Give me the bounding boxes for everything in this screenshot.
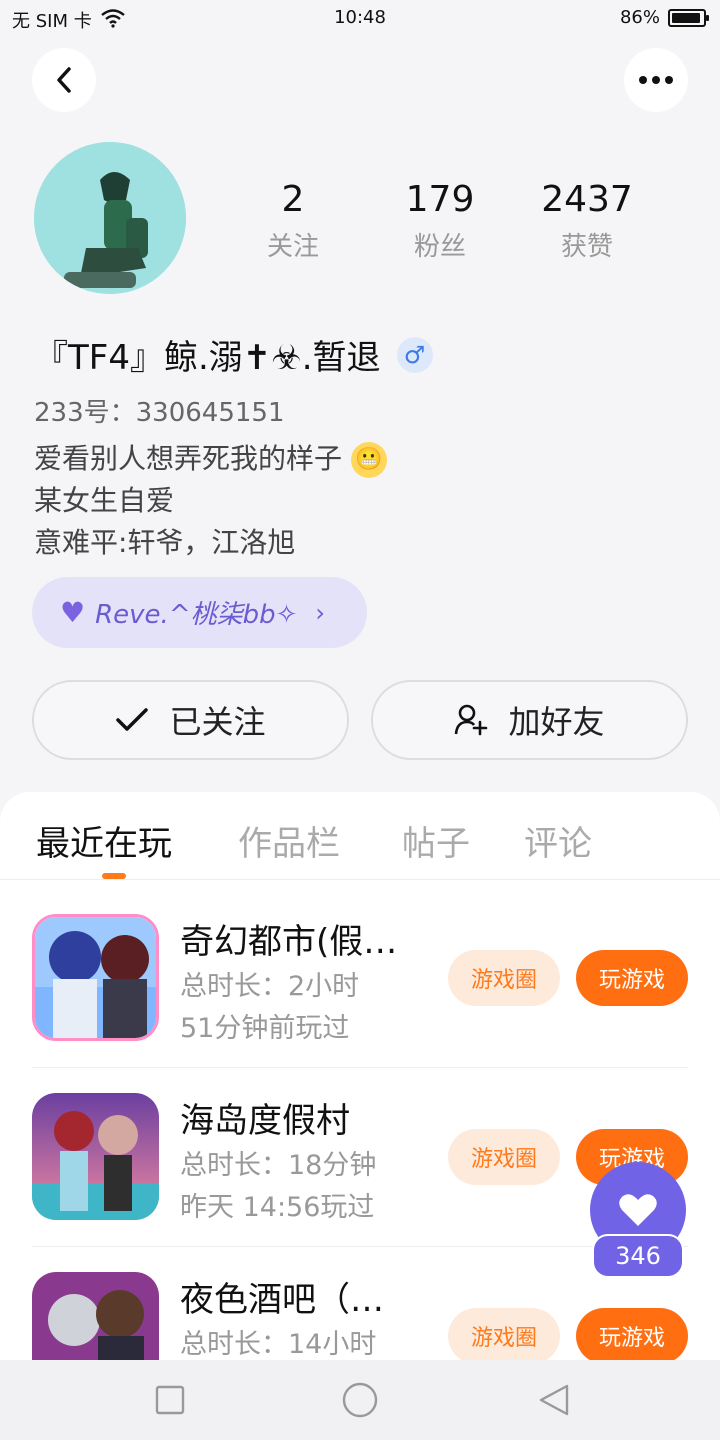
divider [32, 1067, 688, 1068]
check-icon [115, 707, 149, 733]
game-duration: 总时长：2小时 [180, 971, 360, 1002]
fans-count: 179 [405, 179, 475, 220]
add-friend-label: 加好友 [508, 703, 605, 741]
stat-likes[interactable]: 2437 获赞 [532, 178, 642, 263]
followed-button[interactable]: 已关注 [32, 680, 349, 760]
tab-bar: 最近在玩 作品栏 帖子 评论 [0, 792, 720, 880]
add-friend-button[interactable]: 加好友 [371, 680, 688, 760]
bio-line: 某女生自爱 [34, 484, 175, 517]
square-icon [155, 1385, 185, 1415]
nickname: 『TF4』鲸.溺✝☣.暂退 ♂ [34, 330, 433, 379]
play-game-button[interactable]: 玩游戏 [576, 950, 688, 1006]
triangle-back-icon [539, 1384, 569, 1416]
user-id: 233号：330645151 [34, 398, 285, 428]
game-duration: 总时长：18分钟 [180, 1150, 377, 1181]
add-user-icon [454, 704, 488, 736]
game-circle-button[interactable]: 游戏圈 [448, 950, 560, 1006]
game-circle-button[interactable]: 游戏圈 [448, 1129, 560, 1185]
tab-indicator [102, 873, 126, 879]
bio-line: 爱看别人想弄死我的样子 😬 [34, 438, 387, 480]
back-arrow-icon [57, 67, 71, 93]
following-count: 2 [281, 179, 305, 220]
play-game-button[interactable]: 玩游戏 [576, 1308, 688, 1364]
following-label: 关注 [266, 232, 319, 262]
male-gender-icon: ♂ [396, 336, 433, 373]
content-card: 最近在玩 作品栏 帖子 评论 奇幻都市(假… 总时长：2小时 51分钟前玩过 游… [0, 792, 720, 1399]
chevron-right-icon: › [315, 598, 326, 627]
game-duration: 总时长：14小时 [180, 1329, 377, 1360]
avatar[interactable] [34, 142, 186, 294]
circle-icon [342, 1382, 378, 1418]
game-icon [32, 914, 159, 1041]
stat-following[interactable]: 2 关注 [238, 178, 348, 263]
battery-icon [668, 8, 709, 27]
game-last-played: 51分钟前玩过 [180, 1013, 350, 1044]
more-dots-icon [639, 76, 673, 84]
clock: 10:48 [334, 7, 386, 28]
game-icon [32, 1093, 159, 1220]
stat-fans[interactable]: 179 粉丝 [385, 178, 495, 263]
more-button[interactable] [624, 48, 688, 112]
home-button[interactable] [340, 1380, 380, 1420]
likes-label: 获赞 [560, 232, 613, 262]
divider [32, 1246, 688, 1247]
like-count: 346 [592, 1234, 684, 1278]
game-name: 奇幻都市(假… [180, 922, 398, 962]
grimace-emoji-icon: 😬 [350, 442, 387, 478]
tab-recently-played[interactable]: 最近在玩 [36, 816, 172, 865]
game-circle-button[interactable]: 游戏圈 [448, 1308, 560, 1364]
recents-button[interactable] [150, 1380, 190, 1420]
game-last-played: 昨天 14:56玩过 [180, 1192, 375, 1223]
fans-label: 粉丝 [413, 232, 466, 262]
heart-icon [619, 1194, 657, 1226]
bio-line: 意难平:轩爷，江洛旭 [34, 526, 296, 559]
back-nav-button[interactable] [534, 1380, 574, 1420]
system-nav-bar [0, 1360, 720, 1440]
tab-posts[interactable]: 帖子 [402, 816, 470, 865]
tab-works[interactable]: 作品栏 [238, 816, 340, 865]
bio: 爱看别人想弄死我的样子 😬 某女生自爱 意难平:轩爷，江洛旭 [34, 438, 387, 564]
tab-comments[interactable]: 评论 [524, 816, 592, 865]
back-button[interactable] [32, 48, 96, 112]
heart-icon: ♥ [60, 596, 86, 629]
status-bar: 无 SIM 卡 10:48 86% [0, 0, 720, 36]
battery-percent: 86% [619, 7, 660, 28]
likes-count: 2437 [541, 179, 633, 220]
game-name: 海岛度假村 [180, 1101, 350, 1141]
nickname-text: 『TF4』鲸.溺✝☣.暂退 [34, 338, 381, 378]
game-name: 夜色酒吧（… [180, 1280, 384, 1320]
followed-label: 已关注 [169, 703, 266, 741]
family-chip[interactable]: ♥ Reve.^桃柒bb✧ › [32, 577, 367, 648]
family-name: Reve.^桃柒bb✧ [95, 600, 298, 630]
